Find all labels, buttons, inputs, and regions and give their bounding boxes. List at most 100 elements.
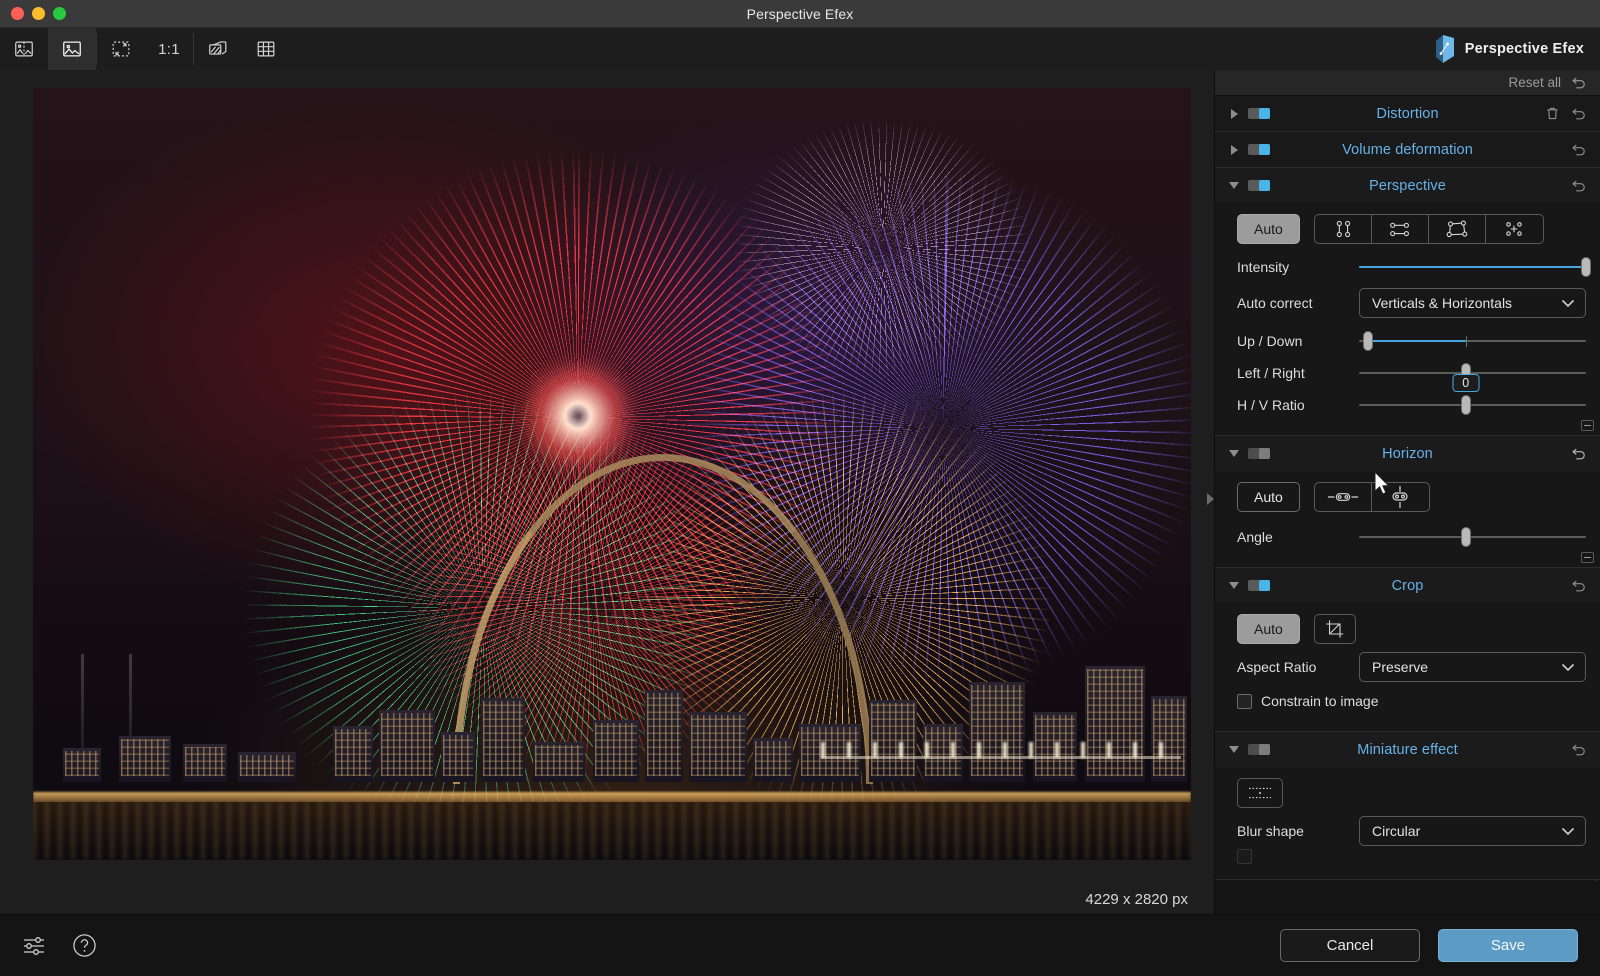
reset-icon-volume-deformation[interactable] [1570, 142, 1586, 157]
compare-split-icon[interactable] [0, 28, 48, 70]
single-image-icon[interactable] [48, 28, 96, 70]
save-button[interactable]: Save [1438, 929, 1578, 962]
four-points-icon[interactable] [1486, 215, 1543, 243]
panel-collapse-handle[interactable] [1206, 488, 1215, 510]
section-header-distortion[interactable]: Distortion [1215, 96, 1600, 131]
main-body: 4229 x 2820 px Reset all Distortion [0, 70, 1600, 914]
aspect-ratio-label: Aspect Ratio [1237, 659, 1359, 675]
perspective-tool-group[interactable] [1314, 214, 1544, 244]
hv-ratio-label: H / V Ratio [1237, 397, 1359, 413]
section-title-perspective: Perspective [1215, 178, 1600, 194]
intensity-slider[interactable] [1359, 252, 1586, 282]
chevron-down-icon-crop[interactable] [1227, 582, 1241, 589]
reset-all-bar[interactable]: Reset all [1215, 70, 1600, 96]
chevron-down-icon-horizon[interactable] [1227, 450, 1241, 457]
horizon-auto-button[interactable]: Auto [1237, 482, 1300, 512]
reset-icon-distortion[interactable] [1570, 106, 1586, 121]
firework-white [733, 118, 1033, 378]
vertical-line-icon[interactable] [1372, 483, 1429, 511]
zoom-1to1-button[interactable]: 1:1 [145, 28, 193, 70]
up-down-label: Up / Down [1237, 333, 1359, 349]
left-right-label: Left / Right [1237, 365, 1359, 381]
help-icon[interactable] [72, 933, 97, 958]
horizon-tool-group[interactable] [1314, 482, 1430, 512]
section-header-horizon[interactable]: Horizon [1215, 436, 1600, 471]
chevron-right-icon-volume[interactable] [1227, 145, 1241, 155]
trash-icon[interactable] [1545, 106, 1560, 121]
window-title: Perspective Efex [0, 6, 1600, 22]
intensity-label: Intensity [1237, 259, 1359, 275]
miniature-band-icon[interactable] [1237, 778, 1283, 808]
section-body-miniature-effect: Blur shape Circular [1215, 767, 1600, 879]
blur-shape-select[interactable]: Circular [1359, 816, 1586, 846]
miniature-option-left[interactable] [1237, 849, 1252, 864]
section-miniature-effect: Miniature effect [1215, 732, 1600, 880]
chevron-right-icon[interactable] [1227, 109, 1241, 119]
section-volume-deformation: Volume deformation [1215, 132, 1600, 168]
section-resize-horizon[interactable] [1581, 552, 1594, 563]
chevron-down-icon-aspect-ratio [1561, 659, 1575, 675]
image-dimensions-label: 4229 x 2820 px [1085, 891, 1188, 908]
hv-ratio-slider[interactable]: 0 [1359, 390, 1586, 420]
toggle-perspective[interactable] [1248, 180, 1270, 191]
toggle-horizon[interactable] [1248, 448, 1270, 459]
preview-image[interactable] [33, 88, 1191, 860]
image-canvas[interactable]: 4229 x 2820 px [0, 70, 1214, 914]
crop-auto-button[interactable]: Auto [1237, 614, 1300, 644]
angle-slider[interactable] [1359, 522, 1586, 552]
app-window: Perspective Efex [0, 0, 1600, 976]
footer-bar: Cancel Save [0, 914, 1600, 976]
quad-corners-icon[interactable] [1429, 215, 1486, 243]
city-skyline [33, 670, 1191, 860]
fit-to-screen-icon[interactable] [97, 28, 145, 70]
sliders-icon[interactable] [22, 935, 46, 957]
chevron-down-icon-miniature[interactable] [1227, 746, 1241, 753]
grid-icon[interactable] [242, 28, 290, 70]
panel-scroll-area[interactable]: Distortion [1215, 96, 1600, 914]
constrain-to-image-label: Constrain to image [1261, 693, 1379, 709]
section-header-miniature-effect[interactable]: Miniature effect [1215, 732, 1600, 767]
reset-icon-crop[interactable] [1570, 578, 1586, 593]
minimize-button[interactable] [32, 7, 45, 20]
chevron-down-icon-perspective[interactable] [1227, 182, 1241, 189]
section-header-perspective[interactable]: Perspective [1215, 168, 1600, 203]
section-body-horizon: Auto [1215, 471, 1600, 567]
maximize-button[interactable] [53, 7, 66, 20]
aspect-ratio-select[interactable]: Preserve [1359, 652, 1586, 682]
crop-frame-icon[interactable] [1314, 614, 1356, 644]
vertical-lines-icon[interactable] [1315, 215, 1372, 243]
section-title-miniature-effect: Miniature effect [1215, 742, 1600, 758]
zoom-1to1-label: 1:1 [158, 41, 180, 58]
section-distortion: Distortion [1215, 96, 1600, 132]
section-resize-perspective[interactable] [1581, 420, 1594, 431]
section-title-volume-deformation: Volume deformation [1215, 142, 1600, 158]
auto-correct-label: Auto correct [1237, 295, 1359, 311]
horizontal-lines-icon[interactable] [1372, 215, 1429, 243]
up-down-slider[interactable] [1359, 326, 1586, 356]
cancel-button[interactable]: Cancel [1280, 929, 1420, 962]
section-header-crop[interactable]: Crop [1215, 568, 1600, 603]
perspective-auto-button[interactable]: Auto [1237, 214, 1300, 244]
reset-icon-perspective[interactable] [1570, 178, 1586, 193]
up-down-row: Up / Down [1237, 325, 1586, 357]
horizon-line-icon[interactable] [1315, 483, 1372, 511]
river-water [33, 802, 1191, 860]
section-perspective: Perspective Auto [1215, 168, 1600, 436]
constrain-to-image-checkbox[interactable]: Constrain to image [1237, 693, 1379, 709]
close-button[interactable] [11, 7, 24, 20]
section-header-volume-deformation[interactable]: Volume deformation [1215, 132, 1600, 167]
reset-icon-horizon[interactable] [1570, 446, 1586, 461]
reset-all-icon[interactable] [1570, 75, 1586, 90]
window-controls[interactable] [0, 7, 66, 20]
reset-icon-miniature-effect[interactable] [1570, 742, 1586, 757]
toggle-miniature-effect[interactable] [1248, 744, 1270, 755]
checkbox-box[interactable] [1237, 694, 1252, 709]
toggle-distortion[interactable] [1248, 108, 1270, 119]
side-by-side-icon[interactable] [194, 28, 242, 70]
auto-correct-select[interactable]: Verticals & Horizontals [1359, 288, 1586, 318]
section-crop: Crop Auto [1215, 568, 1600, 732]
angle-label: Angle [1237, 529, 1359, 545]
title-bar: Perspective Efex [0, 0, 1600, 28]
toggle-crop[interactable] [1248, 580, 1270, 591]
toggle-volume-deformation[interactable] [1248, 144, 1270, 155]
